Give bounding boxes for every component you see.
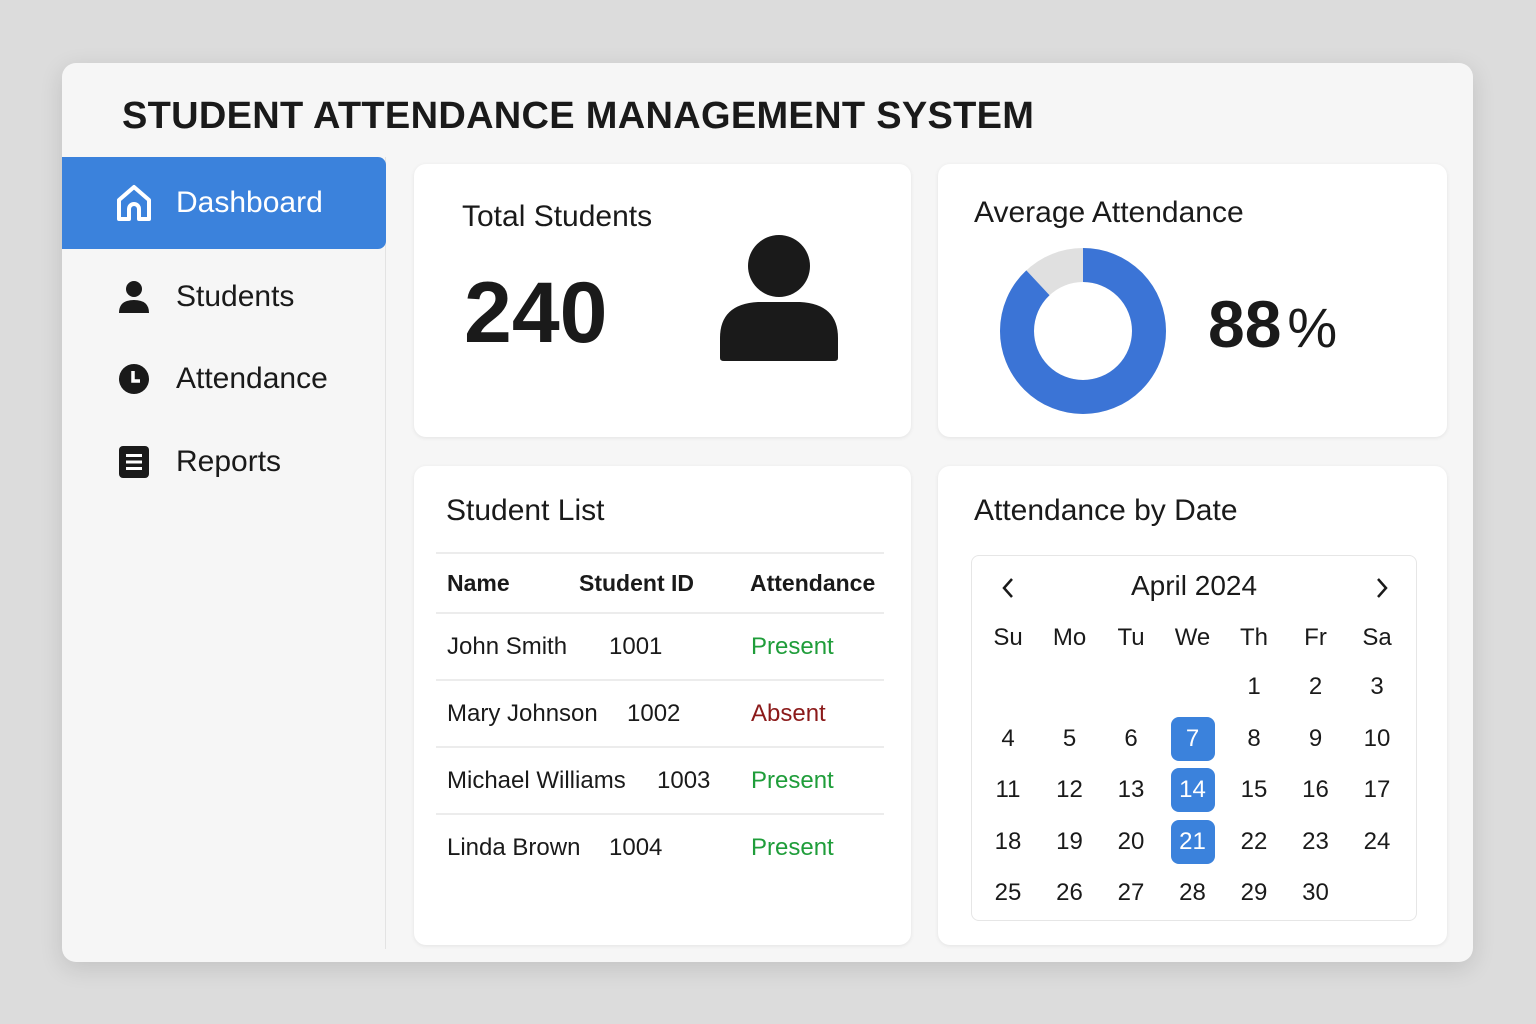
calendar-day[interactable]: 11: [986, 768, 1030, 812]
weekday-label: Su: [993, 624, 1023, 651]
percent-number: 88: [1208, 287, 1282, 361]
percent-sign: %: [1287, 296, 1338, 359]
attendance-calendar-card: Attendance by Date April 2024 Su Mo Tu We Th…: [938, 466, 1447, 945]
calendar-day[interactable]: 29: [1232, 871, 1276, 915]
calendar-day[interactable]: 13: [1109, 768, 1153, 812]
attendance-status: Present: [751, 766, 834, 794]
weekday-label: Th: [1239, 624, 1268, 651]
student-id: 1001: [609, 632, 663, 660]
sidebar-item-label: Students: [176, 280, 295, 313]
sidebar-item-students[interactable]: Students: [62, 251, 386, 343]
calendar-day[interactable]: 18: [986, 820, 1030, 864]
attendance-donut: [1000, 248, 1166, 414]
student-id: 1003: [657, 766, 711, 794]
weekday-label: Sa: [1362, 624, 1392, 651]
calendar-month: April 2024: [1130, 570, 1258, 601]
sidebar-item-dashboard[interactable]: Dashboard: [62, 157, 386, 249]
calendar-day[interactable]: 23: [1294, 820, 1338, 864]
calendar-day[interactable]: 27: [1109, 871, 1153, 915]
weekday-label: Fr: [1304, 624, 1327, 651]
person-icon: [114, 277, 154, 317]
student-name: Mary Johnson: [447, 699, 598, 727]
sidebar-item-label: Reports: [176, 445, 282, 478]
page-title: STUDENT ATTENDANCE MANAGEMENT SYSTEM: [122, 95, 1035, 137]
column-header-id: Student ID: [579, 569, 694, 596]
sidebar-item-label: Attendance: [176, 362, 328, 395]
sidebar-item-attendance[interactable]: Attendance: [62, 333, 386, 425]
chevron-right-icon[interactable]: [1374, 576, 1390, 600]
calendar-day[interactable]: 17: [1355, 768, 1399, 812]
card-title: Attendance by Date: [974, 494, 1238, 527]
table-row[interactable]: Linda Brown 1004 Present: [436, 813, 884, 880]
attendance-status: Present: [751, 632, 834, 660]
calendar-day[interactable]: 22: [1232, 820, 1276, 864]
calendar-day[interactable]: 5: [1048, 717, 1092, 761]
column-header-name: Name: [447, 569, 510, 596]
calendar-day[interactable]: 28: [1171, 871, 1215, 915]
table-row[interactable]: Michael Williams 1003 Present: [436, 746, 884, 813]
calendar-day[interactable]: 8: [1232, 717, 1276, 761]
clock-icon: [114, 359, 154, 399]
column-header-attendance: Attendance: [750, 569, 876, 596]
attendance-status: Absent: [751, 699, 826, 727]
calendar-day[interactable]: 1: [1232, 665, 1276, 709]
weekday-label: We: [1174, 624, 1211, 651]
home-icon: [114, 183, 154, 223]
student-name: Michael Williams: [447, 766, 626, 794]
student-name: Linda Brown: [447, 833, 581, 861]
attendance-status: Present: [751, 833, 834, 861]
calendar-day[interactable]: 20: [1109, 820, 1153, 864]
card-title: Average Attendance: [974, 196, 1244, 229]
calendar: April 2024 Su Mo Tu We Th Fr Sa 1 2 3 4 5 6 7 8 9 10 11 12…: [971, 555, 1417, 921]
document-icon: [114, 442, 154, 482]
average-attendance-value: 88%: [1208, 286, 1337, 362]
calendar-day[interactable]: 9: [1294, 717, 1338, 761]
calendar-day[interactable]: 4: [986, 717, 1030, 761]
calendar-day-selected[interactable]: 21: [1170, 819, 1215, 864]
calendar-day[interactable]: 26: [1048, 871, 1092, 915]
student-list-card: Student List Name Student ID Attendance …: [414, 466, 911, 945]
calendar-day[interactable]: 10: [1355, 717, 1399, 761]
calendar-day-selected[interactable]: 7: [1170, 716, 1215, 761]
card-title: Student List: [446, 494, 605, 527]
table-row[interactable]: John Smith 1001 Present: [436, 612, 884, 679]
sidebar-item-reports[interactable]: Reports: [62, 416, 386, 508]
weekday-label: Mo: [1052, 624, 1087, 651]
table-header: Name Student ID Attendance: [436, 552, 884, 612]
total-students-card: Total Students 240: [414, 164, 911, 437]
calendar-day[interactable]: 19: [1048, 820, 1092, 864]
person-icon: [720, 235, 838, 361]
donut-arc: [1000, 248, 1166, 414]
student-name: John Smith: [447, 632, 568, 660]
card-title: Total Students: [462, 200, 653, 233]
calendar-day[interactable]: 12: [1048, 768, 1092, 812]
student-id: 1004: [609, 833, 663, 861]
total-students-value: 240: [464, 265, 608, 361]
calendar-day[interactable]: 25: [986, 871, 1030, 915]
sidebar-item-label: Dashboard: [176, 186, 323, 219]
app-window: STUDENT ATTENDANCE MANAGEMENT SYSTEM Das…: [62, 63, 1473, 962]
weekday-label: Tu: [1117, 624, 1145, 651]
calendar-day[interactable]: 24: [1355, 820, 1399, 864]
student-id: 1002: [627, 699, 681, 727]
average-attendance-card: Average Attendance 88%: [938, 164, 1447, 437]
calendar-day[interactable]: 2: [1294, 665, 1338, 709]
sidebar: Dashboard Students Attendance Reports: [62, 157, 386, 949]
calendar-day[interactable]: 16: [1294, 768, 1338, 812]
calendar-day[interactable]: 15: [1232, 768, 1276, 812]
calendar-day[interactable]: 6: [1109, 717, 1153, 761]
calendar-day[interactable]: 30: [1294, 871, 1338, 915]
calendar-day[interactable]: 3: [1355, 665, 1399, 709]
table-row[interactable]: Mary Johnson 1002 Absent: [436, 679, 884, 746]
calendar-day-selected[interactable]: 14: [1170, 768, 1215, 812]
